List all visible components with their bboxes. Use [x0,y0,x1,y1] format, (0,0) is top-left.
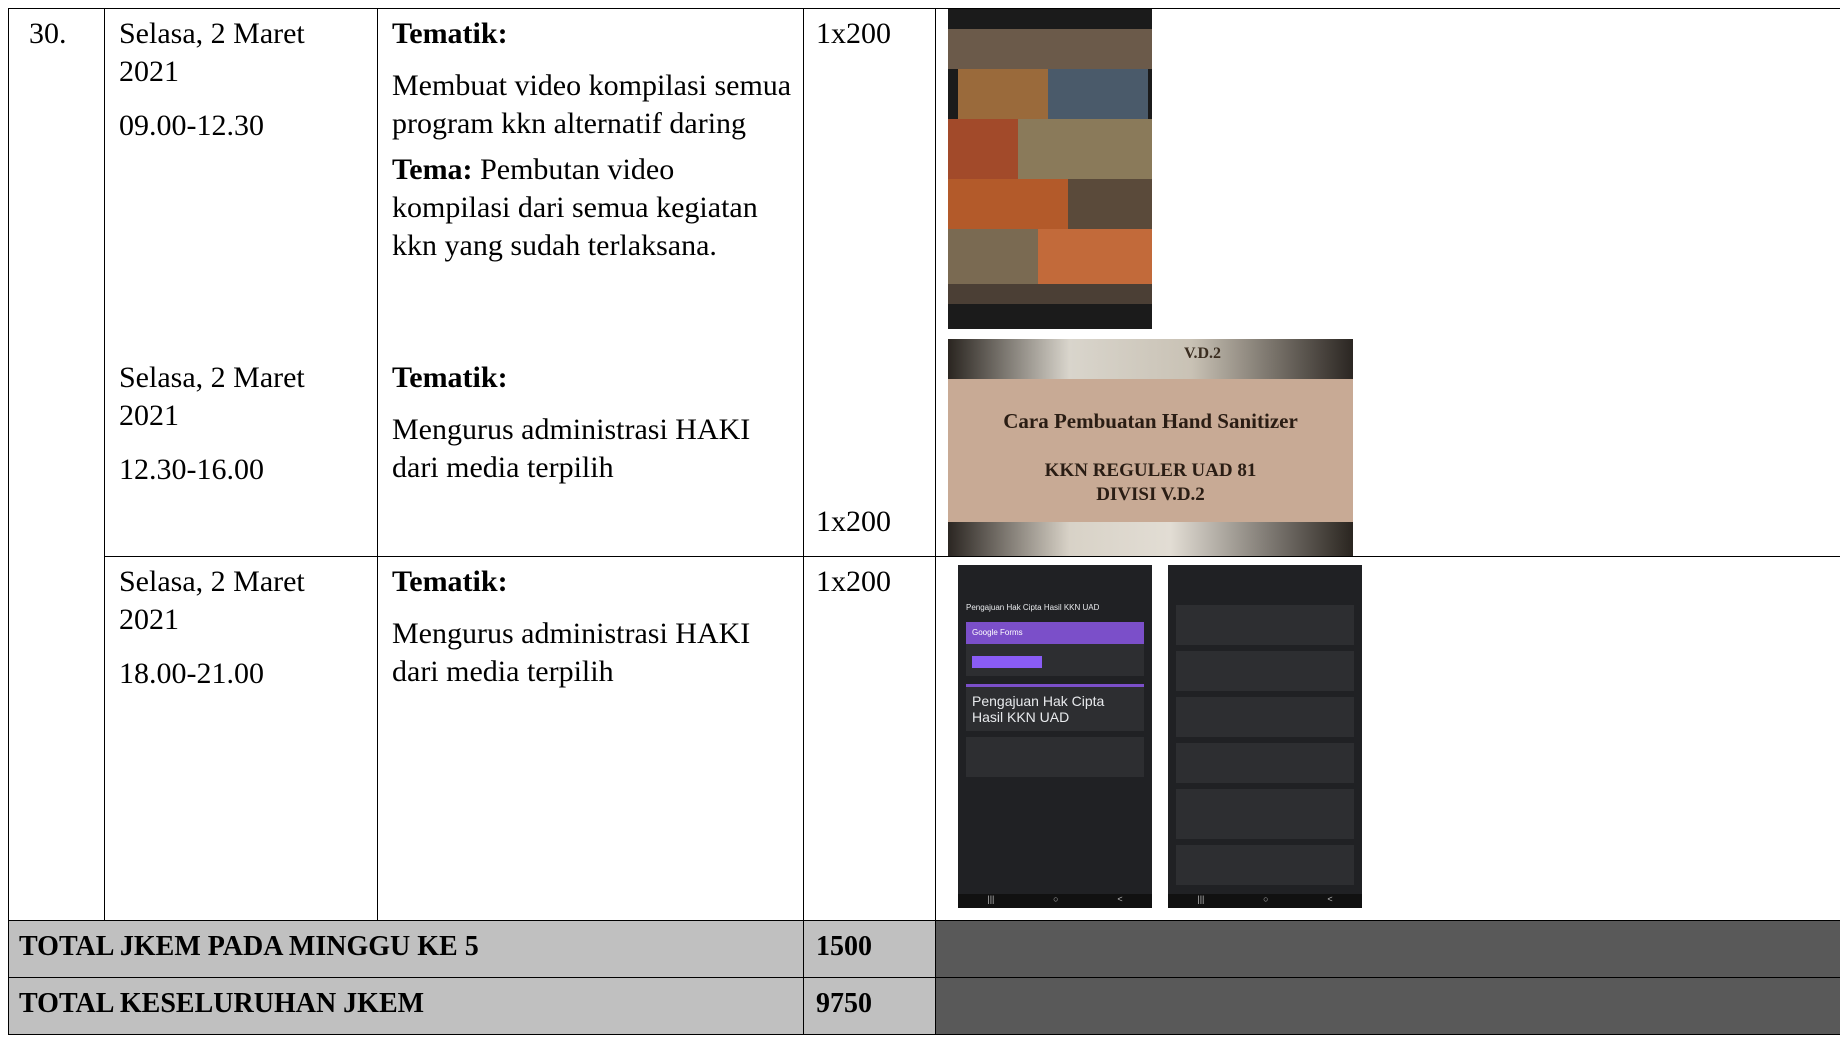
time-range: 18.00-21.00 [119,657,264,690]
jkem-cell: 1x200 1x200 [803,8,936,557]
jkem-value: 1x200 [816,17,891,50]
sanitizer-logo-text: V.D.2 [1183,345,1221,362]
android-nav-bar: ||| ○ < [1168,894,1362,908]
google-forms-banner: Google Forms [966,622,1144,644]
table-row: Selasa, 2 Maret 2021 18.00-21.00 Tematik… [9,556,1840,921]
total-row: TOTAL JKEM PADA MINGGU KE 5 1500 [8,920,1840,978]
jkem-cell: 1x200 [803,556,936,921]
activity-table: 30. Selasa, 2 Maret 2021 09.00-12.30 Sel… [8,8,1840,1035]
activity-text: Mengurus administrasi HAKI dari media te… [392,617,751,688]
documentation-cell: V.D.2 Cara Pembuatan Hand Sanitizer KKN … [935,8,1840,557]
jkem-value: 1x200 [816,565,891,598]
activity-text: Mengurus administrasi HAKI dari media te… [392,413,751,484]
date-year: 2021 [119,55,179,88]
total-row: TOTAL KESELURUHAN JKEM 9750 [8,977,1840,1035]
status-bar [1168,565,1362,585]
date-year: 2021 [119,603,179,636]
row-number: 30. [8,8,105,921]
time-range: 12.30-16.00 [119,453,264,486]
activity-cell: Tematik: Membuat video kompilasi semua p… [377,8,804,557]
total-label: TOTAL KESELURUHAN JKEM [8,977,804,1035]
activity-cell: Tematik: Mengurus administrasi HAKI dari… [377,556,804,921]
bottles-bottom-decoration [948,522,1353,556]
activity-label: Tematik: [392,17,508,50]
android-nav-bar: ||| ○ < [958,894,1152,908]
activity-label: Tematik: [392,361,508,394]
theme-text: Tema: Pembutan video kompilasi dari semu… [392,153,758,262]
phone-screenshot-fields: ||| ○ < [1168,565,1362,908]
phone-screenshot-form: Pengajuan Hak Cipta Hasil KKN UAD Google… [958,565,1152,908]
activity-text: Membuat video kompilasi semua program kk… [392,69,792,140]
jkem-value: 1x200 [816,505,891,538]
video-compilation-image [948,9,1152,329]
total-label: TOTAL JKEM PADA MINGGU KE 5 [8,920,804,978]
total-value: 1500 [803,920,936,978]
sanitizer-subtitle: KKN REGULER UAD 81 DIVISI V.D.2 [1044,460,1257,505]
table-row: 30. Selasa, 2 Maret 2021 09.00-12.30 Sel… [8,8,1840,921]
document-page: 30. Selasa, 2 Maret 2021 09.00-12.30 Sel… [0,0,1840,1043]
sanitizer-title: Cara Pembuatan Hand Sanitizer [1003,409,1298,433]
date-cell: Selasa, 2 Maret 2021 18.00-21.00 [104,556,378,921]
activity-label: Tematik: [392,565,508,598]
form-confirm-card [966,644,1144,676]
date-day: Selasa, 2 Maret [119,361,305,394]
total-value: 9750 [803,977,936,1035]
documentation-cell: Pengajuan Hak Cipta Hasil KKN UAD Google… [935,556,1840,921]
date-day: Selasa, 2 Maret [119,17,305,50]
hand-sanitizer-image: V.D.2 Cara Pembuatan Hand Sanitizer KKN … [948,339,1353,556]
status-bar [958,565,1152,585]
date-day: Selasa, 2 Maret [119,565,305,598]
bottles-top-decoration [948,339,1353,379]
date-cell: Selasa, 2 Maret 2021 09.00-12.30 Selasa,… [104,8,378,557]
form-email-title: Pengajuan Hak Cipta Hasil KKN UAD [966,603,1100,612]
time-range: 09.00-12.30 [119,109,264,142]
date-year: 2021 [119,399,179,432]
form-big-title: Pengajuan Hak Cipta Hasil KKN UAD [966,684,1144,731]
